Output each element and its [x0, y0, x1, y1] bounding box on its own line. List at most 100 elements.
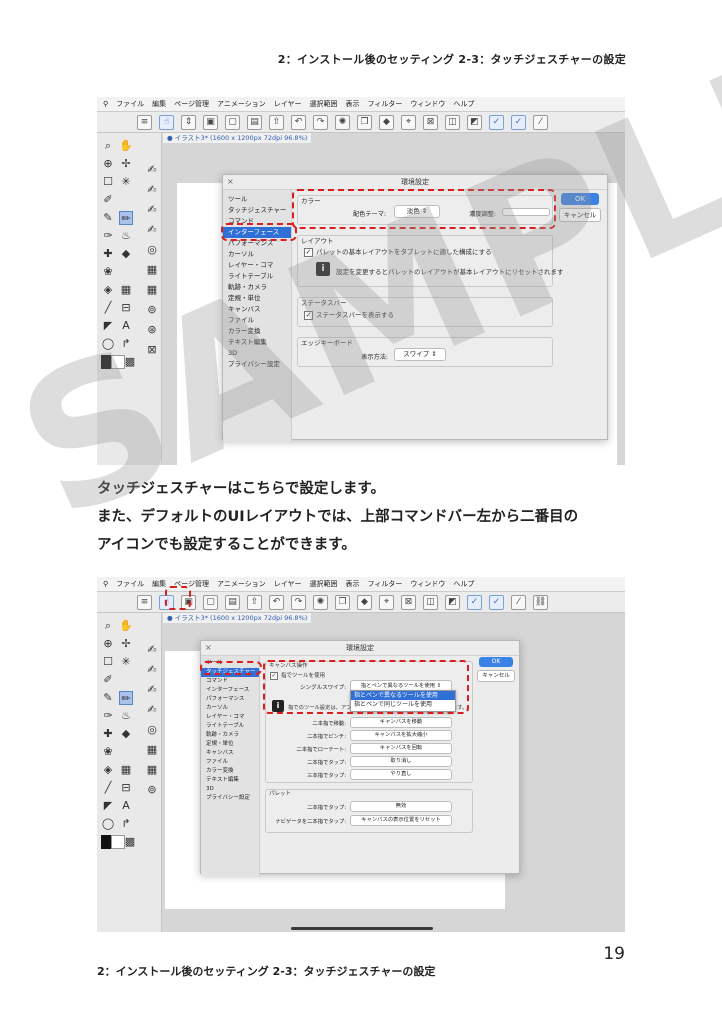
category-item[interactable]: プライバシー設定	[223, 359, 291, 370]
text-icon[interactable]: A	[119, 319, 133, 333]
move-icon[interactable]: ✢	[119, 637, 133, 651]
decoration-icon[interactable]: ❀	[101, 745, 115, 759]
frame-icon[interactable]: ⊟	[119, 781, 133, 795]
category-item[interactable]: 軌跡・カメラ	[223, 282, 291, 293]
brush-icon[interactable]: ✑	[101, 709, 115, 723]
category-item[interactable]: レイヤー・コマ	[223, 260, 291, 271]
redo-icon[interactable]: ↷	[291, 594, 306, 610]
subtool-d-icon[interactable]: ✍	[145, 703, 159, 717]
menu-edit[interactable]: 編集	[152, 99, 166, 109]
menu-view[interactable]: 表示	[346, 579, 360, 589]
subtool-c-icon[interactable]: ✍	[145, 683, 159, 697]
checkbox[interactable]: ✓	[304, 247, 313, 257]
transform-icon[interactable]: ⌖	[379, 594, 394, 610]
airbrush-icon[interactable]: ♨	[119, 229, 133, 243]
touch-gesture-icon[interactable]: ☝	[159, 114, 174, 130]
eraser-icon[interactable]: ◆	[119, 247, 133, 261]
select-rect-icon[interactable]: ☐	[101, 655, 115, 669]
category-item[interactable]: ファイル	[201, 758, 259, 767]
menu-filter[interactable]: フィルター	[368, 579, 403, 589]
menu-selection[interactable]: 選択範囲	[310, 579, 338, 589]
category-item[interactable]: カーソル	[223, 249, 291, 260]
category-item[interactable]: ファイル	[223, 315, 291, 326]
correct-line-icon[interactable]: ↱	[119, 337, 133, 351]
blend-icon[interactable]: ✚	[101, 727, 115, 741]
transform-icon[interactable]: ⌖	[401, 114, 416, 130]
category-item[interactable]: 軌跡・カメラ	[201, 731, 259, 740]
menu-filter[interactable]: フィルター	[368, 99, 403, 109]
export-icon[interactable]: ⇧	[269, 114, 284, 130]
pen-mode-icon[interactable]: ✓	[489, 594, 504, 610]
brush-icon[interactable]: ✑	[101, 229, 115, 243]
menu-help[interactable]: ヘルプ	[453, 579, 474, 589]
gallery-icon[interactable]: ▣	[203, 114, 218, 130]
fill-icon[interactable]: ◆	[357, 594, 372, 610]
pencil-icon[interactable]: ✏	[119, 691, 133, 705]
subtool-h-icon[interactable]: ⊚	[145, 303, 159, 317]
subtool-c-icon[interactable]: ✍	[145, 203, 159, 217]
fill-tool-icon[interactable]: ◈	[101, 763, 115, 777]
category-item[interactable]: ライトテーブル	[201, 722, 259, 731]
deselect-icon[interactable]: ⊠	[423, 114, 438, 130]
deselect-icon[interactable]: ⊠	[401, 594, 416, 610]
subtool-h-icon[interactable]: ⊚	[145, 783, 159, 797]
close-icon[interactable]: ×	[227, 175, 234, 189]
subtool-e-icon[interactable]: ◎	[145, 243, 159, 257]
gesture-select[interactable]: キャンバスを拡大縮小	[350, 730, 452, 741]
ruler-icon[interactable]: ⁄	[533, 114, 548, 130]
hand-icon[interactable]: ✋	[119, 139, 133, 153]
transparent-swatch[interactable]: ▩	[123, 355, 137, 369]
category-item[interactable]: カラー変換	[223, 326, 291, 337]
ruler-icon[interactable]: ⁄	[511, 594, 526, 610]
display-method-select[interactable]: スワイプ ⇕	[394, 348, 446, 361]
horizontal-scrollbar[interactable]	[291, 927, 433, 930]
loading-icon[interactable]: ✺	[313, 594, 328, 610]
menu-view[interactable]: 表示	[346, 99, 360, 109]
subtool-a-icon[interactable]: ✍	[145, 643, 159, 657]
cancel-button[interactable]: キャンセル	[559, 208, 601, 222]
wand-icon[interactable]: ✳	[119, 175, 133, 189]
category-item[interactable]: 3D	[223, 348, 291, 359]
redo-icon[interactable]: ↷	[313, 114, 328, 130]
wand-icon[interactable]: ✳	[119, 655, 133, 669]
subtool-e-icon[interactable]: ◎	[145, 723, 159, 737]
pen-mode-icon[interactable]: ✓	[511, 114, 526, 130]
eyedropper-icon[interactable]: ✐	[101, 673, 115, 687]
menu-lines-icon[interactable]: ≡	[137, 594, 152, 610]
menu-help[interactable]: ヘルプ	[453, 99, 474, 109]
select-rect-icon[interactable]: ☐	[101, 175, 115, 189]
statusbar-checkbox-row[interactable]: ✓ ステータスバーを表示する	[304, 309, 394, 320]
copy-icon[interactable]: ❐	[357, 114, 372, 130]
decoration-icon[interactable]: ❀	[101, 265, 115, 279]
gesture-select[interactable]: キャンバスを回転	[350, 743, 452, 754]
gradient-icon[interactable]: ▦	[119, 763, 133, 777]
zoom-icon[interactable]: ⌕	[101, 619, 115, 633]
category-item[interactable]: 3D	[201, 785, 259, 794]
operation-icon[interactable]: ⊕	[101, 637, 115, 651]
operation-icon[interactable]: ⊕	[101, 157, 115, 171]
category-item[interactable]: プライバシー設定	[201, 794, 259, 803]
link-icon[interactable]: ⛓	[533, 594, 548, 610]
updown-icon[interactable]: ⇕	[181, 114, 196, 130]
category-item[interactable]: インターフェース	[201, 686, 259, 695]
category-item[interactable]: ツール	[223, 194, 291, 205]
menu-window[interactable]: ウィンドウ	[410, 579, 445, 589]
line-icon[interactable]: ╱	[101, 301, 115, 315]
category-item[interactable]: 定規・単位	[223, 293, 291, 304]
menu-lines-icon[interactable]: ≡	[137, 114, 152, 130]
gradient-icon[interactable]: ▦	[119, 283, 133, 297]
category-item[interactable]: キャンバス	[201, 749, 259, 758]
move-icon[interactable]: ✢	[119, 157, 133, 171]
category-item[interactable]: パフォーマンス	[201, 695, 259, 704]
category-item[interactable]: カーソル	[201, 704, 259, 713]
cancel-button[interactable]: キャンセル	[477, 670, 515, 682]
ok-button[interactable]: OK	[561, 193, 599, 205]
transparent-swatch[interactable]: ▩	[123, 835, 137, 849]
new-icon[interactable]: ▢	[225, 114, 240, 130]
category-item[interactable]: テキスト編集	[201, 776, 259, 785]
category-item[interactable]: ライトテーブル	[223, 271, 291, 282]
checkbox[interactable]: ✓	[304, 310, 313, 320]
document-tab[interactable]: ● イラスト3* (1600 x 1200px 72dpi 96.8%)	[163, 613, 312, 623]
vector-icon[interactable]: ◤	[101, 799, 115, 813]
text-icon[interactable]: A	[119, 799, 133, 813]
